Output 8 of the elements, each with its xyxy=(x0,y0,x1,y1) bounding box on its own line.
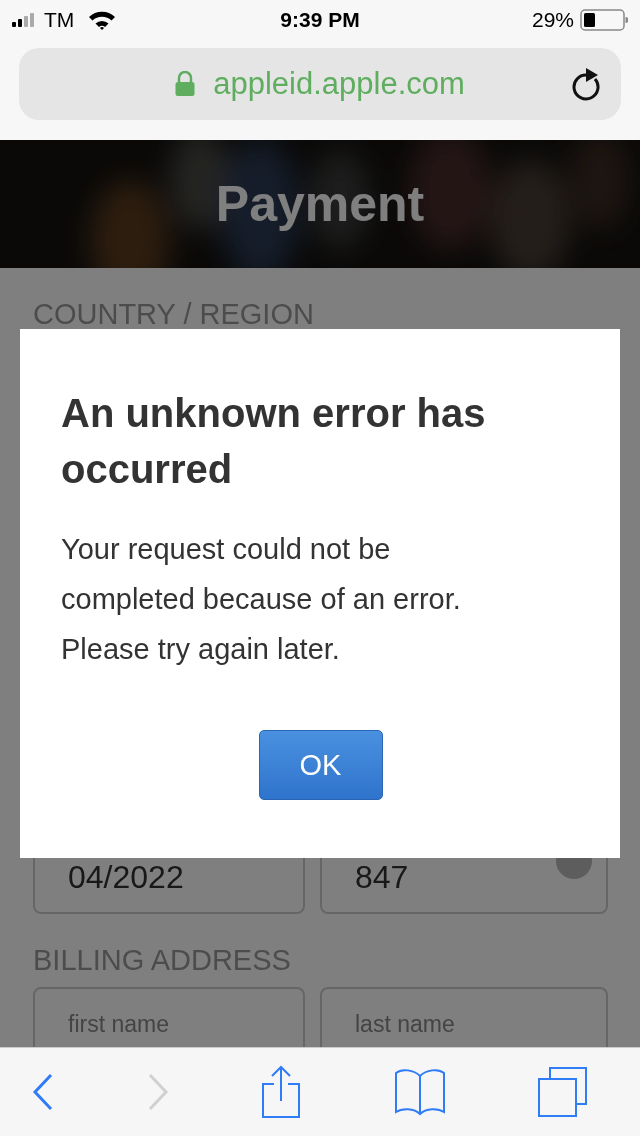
clock-time: 9:39 PM xyxy=(280,8,360,32)
dialog-title: An unknown error has occurred xyxy=(61,390,487,493)
battery-percent: 29% xyxy=(531,8,574,32)
ok-button[interactable]: OK xyxy=(258,730,383,800)
address-bar[interactable]: appleid.apple.com xyxy=(19,48,621,120)
carrier-name: TM xyxy=(44,8,75,32)
page-title: Payment xyxy=(215,175,425,233)
dialog-message: Your request could not be completed because of an error. Please try again later. xyxy=(61,532,462,667)
